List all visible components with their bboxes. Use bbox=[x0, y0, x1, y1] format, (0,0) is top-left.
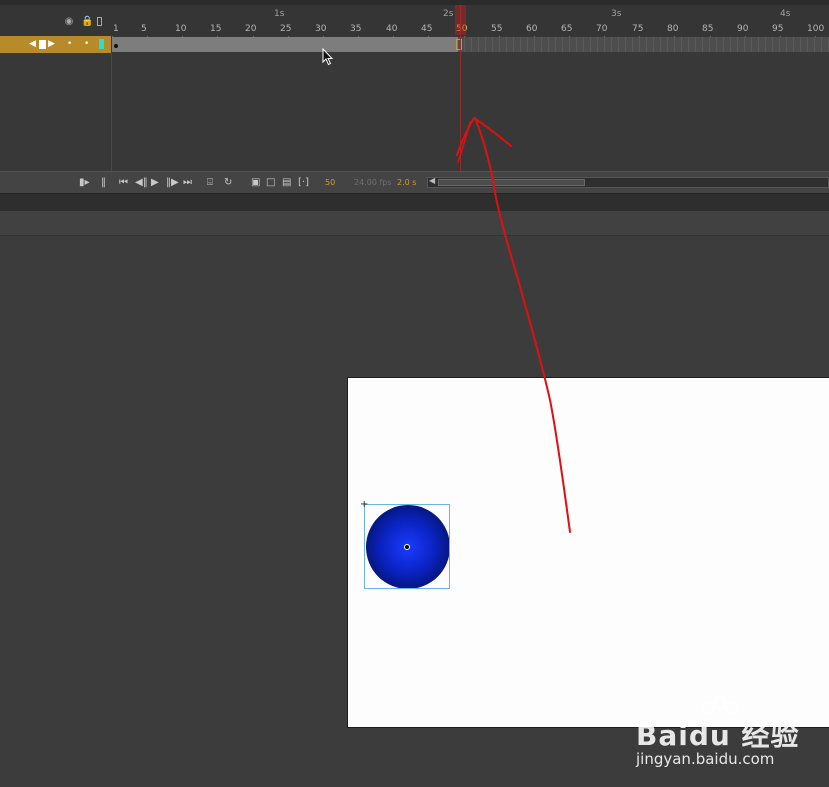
layer-row[interactable]: ◀ ▶ • • bbox=[0, 36, 829, 53]
empty-frames[interactable] bbox=[458, 37, 829, 52]
layer-icon bbox=[39, 40, 46, 49]
frame-label: 65 bbox=[561, 24, 573, 34]
frame-label: 5 bbox=[141, 24, 147, 34]
frame-label: 55 bbox=[491, 24, 503, 34]
panel-divider-bar[interactable] bbox=[0, 193, 829, 211]
playhead[interactable] bbox=[460, 5, 461, 171]
watermark-brand: Baidu 经验 bbox=[636, 719, 800, 752]
frame-label: 80 bbox=[667, 24, 679, 34]
elapsed-time[interactable]: 2.0 s bbox=[397, 177, 416, 188]
second-label: 1s bbox=[274, 9, 285, 19]
frame-rate[interactable]: 24.00 fps bbox=[354, 177, 392, 188]
go-to-first-icon[interactable]: ⏮ bbox=[119, 176, 128, 189]
outline-icon[interactable] bbox=[97, 17, 102, 26]
frame-label: 10 bbox=[175, 24, 187, 34]
play-icon[interactable]: ▶ bbox=[151, 176, 159, 189]
dot-icon[interactable]: • bbox=[67, 39, 72, 50]
frame-label: 45 bbox=[421, 24, 433, 34]
layer-frames[interactable] bbox=[112, 37, 829, 52]
watermark-url: jingyan.baidu.com bbox=[636, 750, 775, 768]
keyframe[interactable] bbox=[114, 44, 118, 48]
lock-icon[interactable]: 🔒 bbox=[81, 17, 93, 27]
frame-label: 25 bbox=[280, 24, 292, 34]
baidu-watermark: Baidu 经验 jingyan.baidu.com bbox=[620, 696, 820, 780]
frame-label: 70 bbox=[596, 24, 608, 34]
mouse-cursor-icon bbox=[322, 48, 334, 66]
stage-toolbar bbox=[0, 211, 829, 236]
onion-outline-icon[interactable]: □ bbox=[266, 176, 275, 189]
frame-label: 15 bbox=[210, 24, 222, 34]
modify-markers-icon[interactable]: [·] bbox=[298, 176, 309, 189]
camera-icon[interactable]: ▮▸ bbox=[79, 176, 90, 189]
timeline-controls: ▮▸ ‖ ⏮ ◀‖ ▶ ‖▶ ⏭ ⌹ ↻ ▣ □ ▤ [·] 50 24.00 … bbox=[0, 171, 829, 193]
frame-label: 1 bbox=[113, 24, 119, 34]
end-frame[interactable] bbox=[456, 39, 462, 50]
arrows-icon[interactable]: ▶ bbox=[48, 39, 55, 50]
second-label: 4s bbox=[780, 9, 791, 19]
horizontal-scrollbar[interactable]: ◀ bbox=[427, 176, 829, 188]
step-forward-icon[interactable]: ‖▶ bbox=[166, 176, 179, 189]
scrollbar-thumb[interactable] bbox=[438, 179, 585, 186]
eye-icon[interactable]: ◉ bbox=[64, 17, 74, 27]
frame-label: 60 bbox=[526, 24, 538, 34]
layer-depth-icon[interactable]: ‖ bbox=[101, 176, 106, 189]
registration-crosshair-icon: + bbox=[360, 499, 369, 510]
edit-multiple-icon[interactable]: ▤ bbox=[282, 176, 291, 189]
frame-label: 100 bbox=[807, 24, 825, 34]
frame-label: 90 bbox=[737, 24, 749, 34]
frame-label: 30 bbox=[315, 24, 327, 34]
onion-skin-icon[interactable]: ▣ bbox=[251, 176, 260, 189]
timeline-divider bbox=[111, 53, 112, 171]
timeline-panel: ◉ 🔒 1s 2s 3s 4s 1 5 10 15 20 25 30 35 40… bbox=[0, 0, 829, 193]
frame-label: 95 bbox=[772, 24, 784, 34]
frame-ruler[interactable]: ◉ 🔒 1s 2s 3s 4s 1 5 10 15 20 25 30 35 40… bbox=[0, 5, 829, 41]
frame-label: 35 bbox=[350, 24, 362, 34]
arrows-icon[interactable]: ◀ bbox=[29, 39, 36, 50]
current-frame[interactable]: 50 bbox=[325, 177, 335, 188]
frame-span[interactable] bbox=[112, 37, 458, 52]
frame-label: 20 bbox=[245, 24, 257, 34]
scroll-left-icon[interactable]: ◀ bbox=[429, 176, 435, 185]
center-frame-icon[interactable]: ⌹ bbox=[207, 176, 213, 189]
frame-label: 40 bbox=[386, 24, 398, 34]
go-to-last-icon[interactable]: ⏭ bbox=[183, 176, 192, 189]
second-label: 2s bbox=[443, 9, 454, 19]
frame-label: 75 bbox=[632, 24, 644, 34]
second-label: 3s bbox=[611, 9, 622, 19]
loop-icon[interactable]: ↻ bbox=[224, 176, 232, 189]
transform-point[interactable] bbox=[404, 544, 410, 550]
step-back-icon[interactable]: ◀‖ bbox=[135, 176, 148, 189]
layer-header[interactable]: ◀ ▶ • • bbox=[0, 36, 111, 53]
color-swatch-icon[interactable] bbox=[99, 39, 104, 49]
frame-label: 85 bbox=[702, 24, 714, 34]
dot-icon[interactable]: • bbox=[84, 39, 89, 50]
